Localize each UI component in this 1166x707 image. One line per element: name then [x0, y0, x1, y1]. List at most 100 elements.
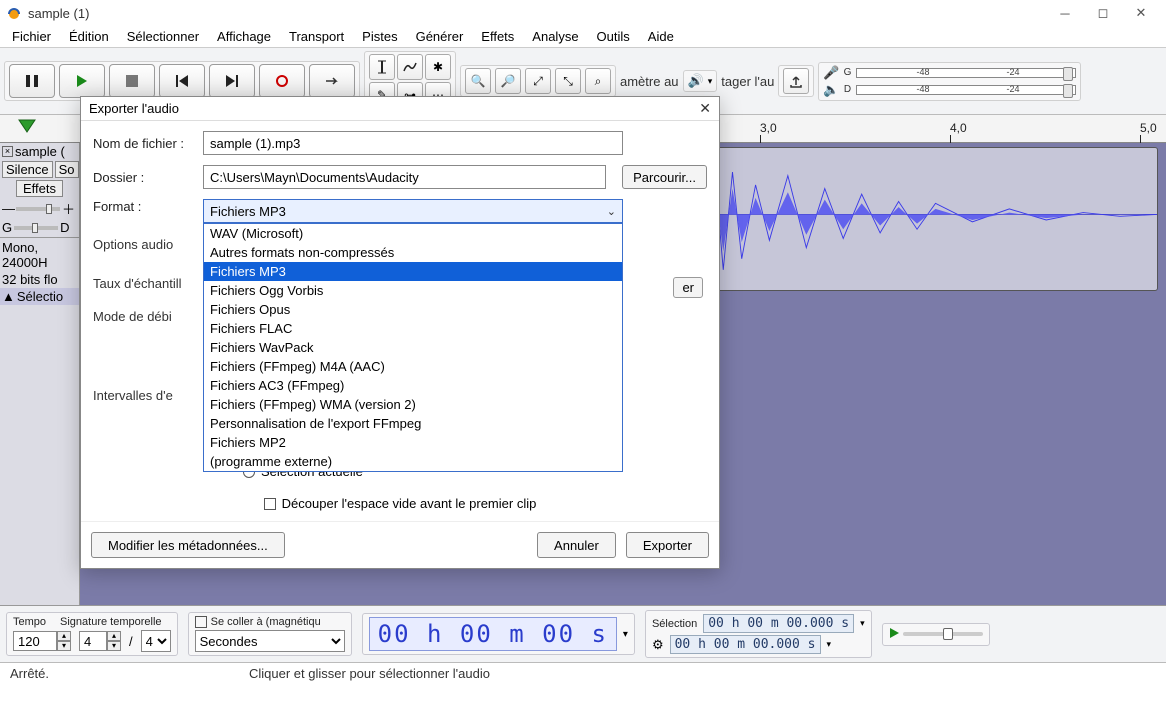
track-close-button[interactable]: × [2, 146, 13, 157]
snap-checkbox[interactable] [195, 616, 207, 628]
record-button[interactable] [259, 64, 305, 98]
trim-checkbox[interactable] [264, 498, 276, 510]
cancel-button[interactable]: Annuler [537, 532, 616, 558]
format-combobox[interactable]: Fichiers MP3 ⌄ [203, 199, 623, 223]
track-silence-button[interactable]: Silence [2, 161, 53, 178]
menu-analyze[interactable]: Analyse [524, 27, 586, 46]
timecode-dropdown-icon[interactable]: ▾ [623, 629, 628, 640]
share-button[interactable] [783, 68, 809, 94]
edit-metadata-button[interactable]: Modifier les métadonnées... [91, 532, 285, 558]
menu-view[interactable]: Affichage [209, 27, 279, 46]
play-meter[interactable]: -48 -24 [856, 85, 1076, 95]
mic-icon[interactable]: 🎤 [823, 65, 839, 81]
selection-panel: Sélection 00 h 00 m 00.000 s ▾ ⚙ 00 h 00 … [645, 610, 872, 658]
selection-label: Sélection [652, 618, 697, 630]
trim-checkbox-row[interactable]: Découper l'espace vide avant le premier … [93, 496, 707, 511]
down-icon[interactable]: ▾ [107, 641, 121, 651]
format-option[interactable]: Fichiers Ogg Vorbis [204, 281, 622, 300]
tempo-input[interactable] [13, 631, 57, 651]
menu-effect[interactable]: Effets [473, 27, 522, 46]
track-effects-button[interactable]: Effets [16, 180, 63, 197]
zoom-fit-button[interactable]: ⤡ [555, 68, 581, 94]
selection-tool[interactable] [369, 54, 395, 80]
format-option[interactable]: Fichiers Opus [204, 300, 622, 319]
dialog-close-button[interactable]: ✕ [699, 100, 711, 117]
track-control-panel: ×sample ( SilenceSo Effets —＋ GD Mono, 2… [0, 143, 80, 605]
up-icon[interactable]: ▴ [107, 631, 121, 641]
format-option[interactable]: Fichiers MP3 [204, 262, 622, 281]
format-option[interactable]: Personnalisation de l'export FFmpeg [204, 414, 622, 433]
export-button[interactable]: Exporter [626, 532, 709, 558]
menu-help[interactable]: Aide [640, 27, 682, 46]
sig-num-input[interactable] [79, 631, 107, 651]
gear-icon[interactable]: ⚙ [652, 637, 664, 653]
selection-end[interactable]: 00 h 00 m 00.000 s [670, 635, 821, 654]
filename-input[interactable] [203, 131, 623, 155]
meter-tick: -48 [917, 84, 930, 94]
rec-meter[interactable]: -48 -24 [856, 68, 1076, 78]
menu-edit[interactable]: Édition [61, 27, 117, 46]
track-select-label[interactable]: Sélectio [17, 289, 63, 304]
chevron-down-icon[interactable]: ▾ [827, 639, 832, 650]
pause-button[interactable] [9, 64, 55, 98]
timesig-label: Signature temporelle [60, 616, 162, 628]
format-option[interactable]: (programme externe) [204, 452, 622, 471]
meter-handle-icon[interactable] [1063, 84, 1073, 98]
main-timecode[interactable]: 00 h 00 m 00 s [369, 617, 617, 651]
ruler-mark: 3,0 [760, 121, 777, 135]
tempo-spinner[interactable]: ▴▾ [13, 631, 71, 651]
snap-unit-select[interactable]: Secondes [195, 630, 345, 652]
envelope-tool[interactable] [397, 54, 423, 80]
menu-select[interactable]: Sélectionner [119, 27, 207, 46]
vol-dropdown-icon[interactable]: ▾ [708, 76, 713, 87]
sig-num-spinner[interactable]: ▴▾ [79, 631, 121, 651]
window-titlebar: sample (1) ─ ◻ ✕ [0, 0, 1166, 26]
menu-tools[interactable]: Outils [589, 27, 638, 46]
menu-generate[interactable]: Générer [408, 27, 472, 46]
menu-file[interactable]: Fichier [4, 27, 59, 46]
snap-panel: Se coller à (magnétiqu Secondes [188, 612, 352, 656]
spk-icon[interactable]: 🔈 [823, 82, 839, 98]
down-icon[interactable]: ▾ [57, 641, 71, 651]
track-name[interactable]: sample ( [15, 144, 65, 159]
zoom-out-button[interactable]: 🔎 [495, 68, 521, 94]
maximize-button[interactable]: ◻ [1084, 0, 1122, 26]
minimize-button[interactable]: ─ [1046, 0, 1084, 26]
play-button[interactable] [59, 64, 105, 98]
zoom-in-button[interactable]: 🔍 [465, 68, 491, 94]
track-pan-slider[interactable] [14, 226, 58, 230]
menu-transport[interactable]: Transport [281, 27, 352, 46]
format-option[interactable]: Fichiers (FFmpeg) M4A (AAC) [204, 357, 622, 376]
multi-tool[interactable]: ✱ [425, 54, 451, 80]
up-icon[interactable]: ▴ [57, 631, 71, 641]
zoom-fit-sel-button[interactable]: ⤢ [525, 68, 551, 94]
folder-input[interactable] [203, 165, 606, 189]
close-window-button[interactable]: ✕ [1122, 0, 1160, 26]
browse-button[interactable]: Parcourir... [622, 165, 707, 189]
format-option[interactable]: Autres formats non-compressés [204, 243, 622, 262]
partial-button[interactable]: er [673, 277, 703, 298]
play-speed-slider[interactable] [903, 632, 983, 636]
tempo-label: Tempo [13, 616, 46, 628]
format-option[interactable]: Fichiers AC3 (FFmpeg) [204, 376, 622, 395]
stop-button[interactable] [109, 64, 155, 98]
sig-den-select[interactable]: 4 [141, 630, 171, 652]
format-option[interactable]: Fichiers (FFmpeg) WMA (version 2) [204, 395, 622, 414]
track-solo-button[interactable]: So [55, 161, 79, 178]
format-option[interactable]: Fichiers FLAC [204, 319, 622, 338]
format-option[interactable]: Fichiers MP2 [204, 433, 622, 452]
skip-start-button[interactable] [159, 64, 205, 98]
format-option[interactable]: Fichiers WavPack [204, 338, 622, 357]
skip-end-button[interactable] [209, 64, 255, 98]
track-gain-slider[interactable] [16, 207, 60, 211]
format-option[interactable]: WAV (Microsoft) [204, 224, 622, 243]
play-speed-icon[interactable] [889, 627, 901, 642]
menu-tracks[interactable]: Pistes [354, 27, 405, 46]
selection-start[interactable]: 00 h 00 m 00.000 s [703, 614, 854, 633]
meter-handle-icon[interactable] [1063, 67, 1073, 81]
zoom-toggle-button[interactable]: ⌕ [585, 68, 611, 94]
meter-rec-l: G [844, 67, 852, 78]
loop-button[interactable] [309, 64, 355, 98]
collapse-icon[interactable]: ▲ [2, 289, 15, 304]
chevron-down-icon[interactable]: ▾ [860, 618, 865, 629]
